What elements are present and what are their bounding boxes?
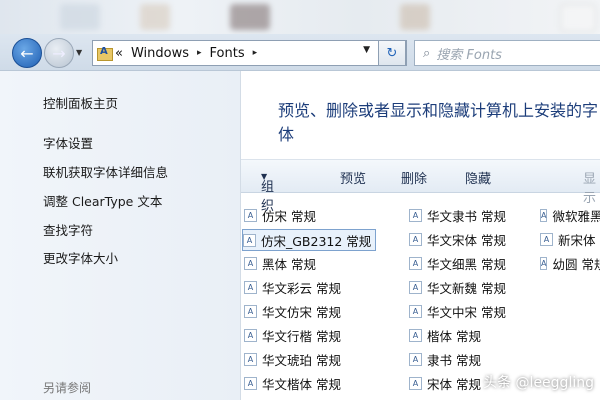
back-button[interactable]: ← xyxy=(12,38,42,68)
recent-pages-dropdown-icon[interactable]: ▼ xyxy=(76,48,82,57)
font-item[interactable]: A 幼圆 常规 xyxy=(540,253,600,273)
command-toolbar: 组织 ▼ 预览 删除 隐藏 显示 xyxy=(241,159,600,214)
delete-button[interactable]: 删除 xyxy=(401,168,427,187)
font-item-label: 华文中宋 常规 xyxy=(427,304,506,320)
font-item-label: 华文宋体 常规 xyxy=(427,232,506,248)
font-file-icon: A xyxy=(244,256,257,270)
blurred-window xyxy=(140,4,170,30)
breadcrumb-separator-icon[interactable]: ▸ xyxy=(253,48,258,58)
font-item-label: 华文隶书 常规 xyxy=(427,208,506,224)
sidebar-item-find-character[interactable]: 查找字符 xyxy=(43,220,93,239)
font-item-label: 华文新魏 常规 xyxy=(427,280,506,296)
font-item[interactable]: A 楷体 常规 xyxy=(409,325,481,345)
breadcrumb-overflow[interactable]: « xyxy=(115,46,123,61)
forward-button[interactable]: → xyxy=(44,38,74,68)
font-item-selected[interactable]: A 仿宋_GB2312 常规 xyxy=(242,229,377,251)
blurred-window xyxy=(230,4,270,30)
font-item[interactable]: A 华文宋体 常规 xyxy=(409,229,506,249)
watermark-text: 头条 @leeggling xyxy=(483,375,594,391)
font-item[interactable]: A 隶书 常规 xyxy=(409,349,481,369)
back-arrow-icon: ← xyxy=(20,43,34,63)
font-item-label: 新宋体 xyxy=(558,232,596,248)
font-file-icon: A xyxy=(409,376,422,390)
font-item[interactable]: A 新宋体 xyxy=(540,229,600,249)
sidebar-item-get-font-info-online[interactable]: 联机获取字体详细信息 xyxy=(43,162,168,181)
font-file-icon: A xyxy=(409,328,422,342)
desktop-strip xyxy=(0,0,600,34)
font-file-icon: A xyxy=(540,208,548,222)
font-item[interactable]: A 华文隶书 常规 xyxy=(409,205,506,225)
font-item-label: 楷体 常规 xyxy=(427,328,481,344)
font-file-icon: A xyxy=(409,280,422,294)
font-item-label: 幼圆 常规 xyxy=(552,256,600,272)
sidebar-item-change-font-size[interactable]: 更改字体大小 xyxy=(43,248,118,267)
sidebar-item-control-panel-home[interactable]: 控制面板主页 xyxy=(43,93,118,112)
font-item[interactable]: A 宋体 常规 xyxy=(409,373,481,393)
font-item[interactable]: A 华文新魏 常规 xyxy=(409,277,506,297)
organize-button[interactable]: 组织 ▼ xyxy=(261,168,274,214)
hide-button[interactable]: 隐藏 xyxy=(465,168,491,187)
font-item[interactable]: A 华文细黑 常规 xyxy=(409,253,506,273)
breadcrumb-windows[interactable]: Windows xyxy=(131,46,189,61)
breadcrumb-fonts[interactable]: Fonts xyxy=(210,46,245,61)
refresh-button[interactable]: ↻ xyxy=(378,40,406,66)
font-item[interactable]: A 微软雅黑 xyxy=(540,205,600,225)
font-item-label: 华文彩云 常规 xyxy=(262,280,341,296)
blurred-window xyxy=(560,4,596,32)
font-file-icon: A xyxy=(540,232,553,246)
page-description: 预览、删除或者显示和隐藏计算机上安装的字体 xyxy=(278,101,599,144)
font-file-icon: A xyxy=(243,233,256,247)
font-file-icon: A xyxy=(244,352,257,366)
font-file-icon: A xyxy=(409,232,422,246)
font-file-icon: A xyxy=(409,352,422,366)
font-file-icon: A xyxy=(540,256,548,270)
font-file-icon: A xyxy=(409,304,422,318)
see-also-heading: 另请参阅 xyxy=(43,381,92,395)
font-item[interactable]: A 华文行楷 常规 xyxy=(244,325,341,345)
font-item[interactable]: A 华文彩云 常规 xyxy=(244,277,341,297)
font-item[interactable]: A 黑体 常规 xyxy=(244,253,316,273)
font-file-icon: A xyxy=(244,208,257,222)
font-item-label: 华文细黑 常规 xyxy=(427,256,506,272)
font-item[interactable]: A 华文琥珀 常规 xyxy=(244,349,341,369)
main-content: 预览、删除或者显示和隐藏计算机上安装的字体 组织 ▼ 预览 删除 隐藏 显示 A… xyxy=(241,71,600,400)
font-file-icon: A xyxy=(244,304,257,318)
font-item-label: 黑体 常规 xyxy=(262,256,316,272)
font-item-label: 华文仿宋 常规 xyxy=(262,304,341,320)
font-file-icon: A xyxy=(244,280,257,294)
font-item-label: 华文琥珀 常规 xyxy=(262,352,341,368)
address-bar[interactable]: « Windows ▸ Fonts ▸ ▼ xyxy=(92,40,407,66)
navigation-pane: 控制面板主页 字体设置 联机获取字体详细信息 调整 ClearType 文本 查… xyxy=(0,71,241,400)
show-button[interactable]: 显示 xyxy=(583,168,600,206)
font-item-label: 仿宋 常规 xyxy=(262,208,316,224)
blurred-window xyxy=(400,4,430,30)
font-file-icon: A xyxy=(409,208,422,222)
blurred-window xyxy=(60,4,100,30)
font-item-label: 华文行楷 常规 xyxy=(262,328,341,344)
font-item[interactable]: A 华文仿宋 常规 xyxy=(244,301,341,321)
font-item[interactable]: A 仿宋 常规 xyxy=(244,205,316,225)
breadcrumb-separator-icon[interactable]: ▸ xyxy=(197,48,202,58)
sidebar-item-font-settings[interactable]: 字体设置 xyxy=(43,133,93,152)
font-file-icon: A xyxy=(409,256,422,270)
font-item[interactable]: A 华文中宋 常规 xyxy=(409,301,506,321)
font-file-icon: A xyxy=(244,376,257,390)
refresh-icon: ↻ xyxy=(386,45,398,61)
sidebar-item-adjust-cleartype[interactable]: 调整 ClearType 文本 xyxy=(43,191,162,210)
font-item[interactable]: A 华文楷体 常规 xyxy=(244,373,341,393)
preview-button[interactable]: 预览 xyxy=(340,168,366,187)
forward-arrow-icon: → xyxy=(52,43,66,63)
search-input[interactable]: ⌕ 搜索 Fonts xyxy=(414,40,600,66)
font-file-icon: A xyxy=(244,328,257,342)
font-item-label: 华文楷体 常规 xyxy=(262,376,341,392)
search-placeholder: 搜索 Fonts xyxy=(436,47,502,63)
fonts-folder-icon xyxy=(97,45,113,61)
address-dropdown-icon[interactable]: ▼ xyxy=(363,45,370,55)
font-item-label: 宋体 常规 xyxy=(427,376,481,392)
font-item-label: 仿宋_GB2312 常规 xyxy=(261,233,372,249)
search-icon: ⌕ xyxy=(423,45,431,61)
navigation-bar: ← → ▼ « Windows ▸ Fonts ▸ ▼ ↻ ⌕ 搜索 Fonts xyxy=(0,34,600,71)
font-item-label: 微软雅黑 xyxy=(552,208,600,224)
font-item-label: 隶书 常规 xyxy=(427,352,481,368)
